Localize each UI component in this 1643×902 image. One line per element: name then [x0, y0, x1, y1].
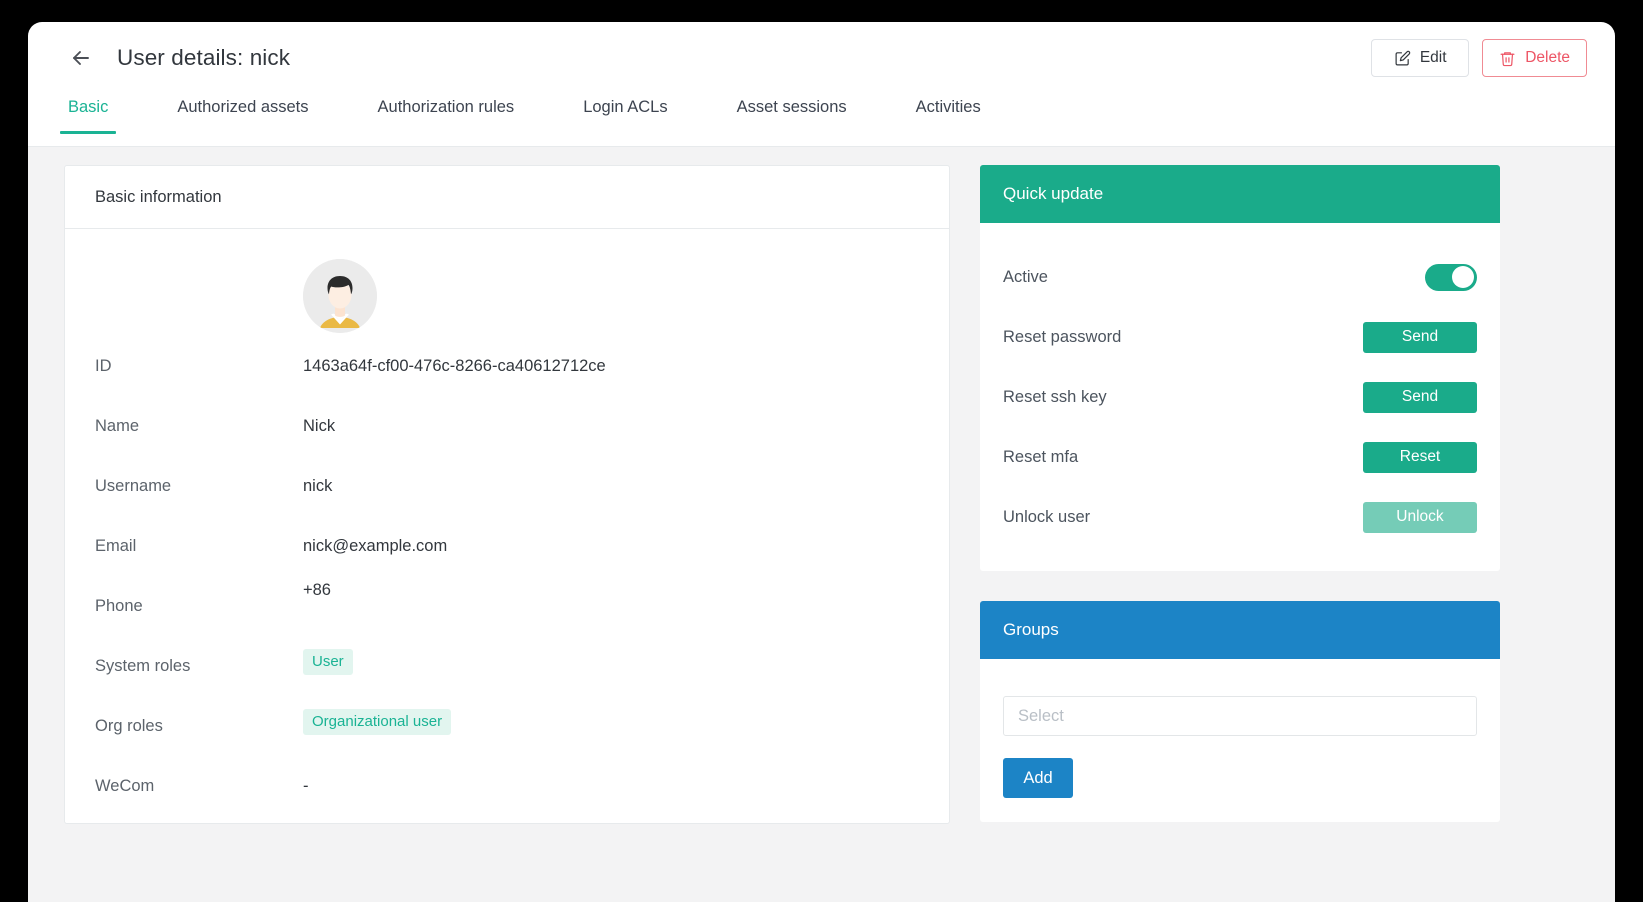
page-header: User details: nick Edit Delete [28, 22, 1615, 94]
field-value-name: Nick [303, 417, 336, 435]
unlock-user-button[interactable]: Unlock [1363, 501, 1477, 533]
quick-update-row-unlock-user: Unlock user Unlock [1003, 487, 1477, 547]
field-value-phone: +86 [303, 581, 331, 599]
quick-update-row-reset-ssh-key: Reset ssh key Send [1003, 367, 1477, 427]
tab-login-acls[interactable]: Login ACLs [581, 94, 669, 133]
tab-basic[interactable]: Basic [59, 94, 117, 134]
header-actions: Edit Delete [1371, 39, 1587, 77]
delete-button[interactable]: Delete [1482, 39, 1587, 77]
edit-button-label: Edit [1419, 49, 1447, 66]
info-row: Org roles Organizational user [95, 693, 919, 753]
toggle-knob [1452, 266, 1474, 288]
groups-title: Groups [980, 601, 1500, 659]
field-label-name: Name [95, 417, 140, 435]
field-label-username: Username [95, 477, 172, 495]
field-label-email: Email [95, 537, 137, 555]
status-badge: User [303, 649, 353, 676]
basic-information-card: Basic information ID 1463a64f-cf00-476c-… [64, 165, 950, 824]
unlock-user-control: Unlock [1363, 501, 1477, 533]
page-title: User details: nick [117, 45, 291, 70]
field-value-email: nick@example.com [303, 537, 448, 555]
status-badge: Organizational user [303, 709, 452, 736]
tab-activities[interactable]: Activities [914, 94, 983, 133]
content-area: Basic information ID 1463a64f-cf00-476c-… [28, 147, 1615, 902]
reset-password-send-button[interactable]: Send [1363, 321, 1477, 353]
tab-authorized-assets[interactable]: Authorized assets [175, 94, 310, 133]
groups-add-button[interactable]: Add [1003, 758, 1073, 798]
quick-update-body: Active Reset password Send Reset ssh key [980, 223, 1500, 571]
field-label-org-roles: Org roles [95, 717, 163, 735]
unlock-user-label: Unlock user [1003, 507, 1091, 526]
reset-mfa-control: Reset [1363, 441, 1477, 473]
tab-asset-sessions[interactable]: Asset sessions [735, 94, 849, 133]
field-label-id: ID [95, 357, 112, 375]
quick-update-title: Quick update [980, 165, 1500, 223]
info-row: System roles User [95, 633, 919, 693]
left-column: Basic information ID 1463a64f-cf00-476c-… [64, 165, 950, 902]
reset-ssh-key-label: Reset ssh key [1003, 387, 1107, 406]
info-row: Name Nick [95, 393, 919, 453]
active-toggle[interactable] [1425, 263, 1477, 291]
right-column: Quick update Active Reset password Send [980, 165, 1500, 902]
back-arrow-icon[interactable] [66, 43, 96, 73]
edit-button[interactable]: Edit [1371, 39, 1470, 77]
active-label: Active [1003, 267, 1048, 286]
quick-update-panel: Quick update Active Reset password Send [980, 165, 1500, 571]
info-row: WeCom - [95, 753, 919, 813]
field-value-wecom: - [303, 777, 309, 795]
avatar [303, 259, 377, 333]
quick-update-row-active: Active [1003, 247, 1477, 307]
info-row: Username nick [95, 453, 919, 513]
reset-password-label: Reset password [1003, 327, 1122, 346]
field-value-org-roles: Organizational user [303, 701, 452, 736]
basic-information-title: Basic information [65, 166, 949, 229]
active-control [1425, 263, 1477, 291]
info-row: Email nick@example.com [95, 513, 919, 573]
edit-square-icon [1394, 50, 1411, 67]
quick-update-row-reset-mfa: Reset mfa Reset [1003, 427, 1477, 487]
field-label-phone: Phone [95, 597, 143, 615]
basic-information-body: ID 1463a64f-cf00-476c-8266-ca40612712ce … [65, 229, 949, 823]
field-value-system-roles: User [303, 641, 353, 676]
trash-icon [1499, 50, 1516, 67]
groups-body: Select Add [980, 659, 1500, 822]
quick-update-row-reset-password: Reset password Send [1003, 307, 1477, 367]
info-row: ID 1463a64f-cf00-476c-8266-ca40612712ce [95, 333, 919, 393]
field-label-system-roles: System roles [95, 657, 191, 675]
field-label-wecom: WeCom [95, 777, 155, 795]
avatar-row [95, 255, 919, 333]
groups-select[interactable]: Select [1003, 696, 1477, 736]
reset-password-control: Send [1363, 321, 1477, 353]
reset-ssh-key-send-button[interactable]: Send [1363, 381, 1477, 413]
tab-bar: Basic Authorized assets Authorization ru… [28, 94, 1615, 147]
app-window: User details: nick Edit Delete Basic Aut… [28, 22, 1615, 902]
groups-panel: Groups Select Add [980, 601, 1500, 822]
info-row: Phone +86 [95, 573, 919, 633]
delete-button-label: Delete [1525, 49, 1570, 66]
reset-mfa-label: Reset mfa [1003, 447, 1079, 466]
field-value-username: nick [303, 477, 333, 495]
reset-ssh-key-control: Send [1363, 381, 1477, 413]
field-value-id: 1463a64f-cf00-476c-8266-ca40612712ce [303, 357, 606, 375]
reset-mfa-button[interactable]: Reset [1363, 441, 1477, 473]
tab-authorization-rules[interactable]: Authorization rules [376, 94, 517, 133]
